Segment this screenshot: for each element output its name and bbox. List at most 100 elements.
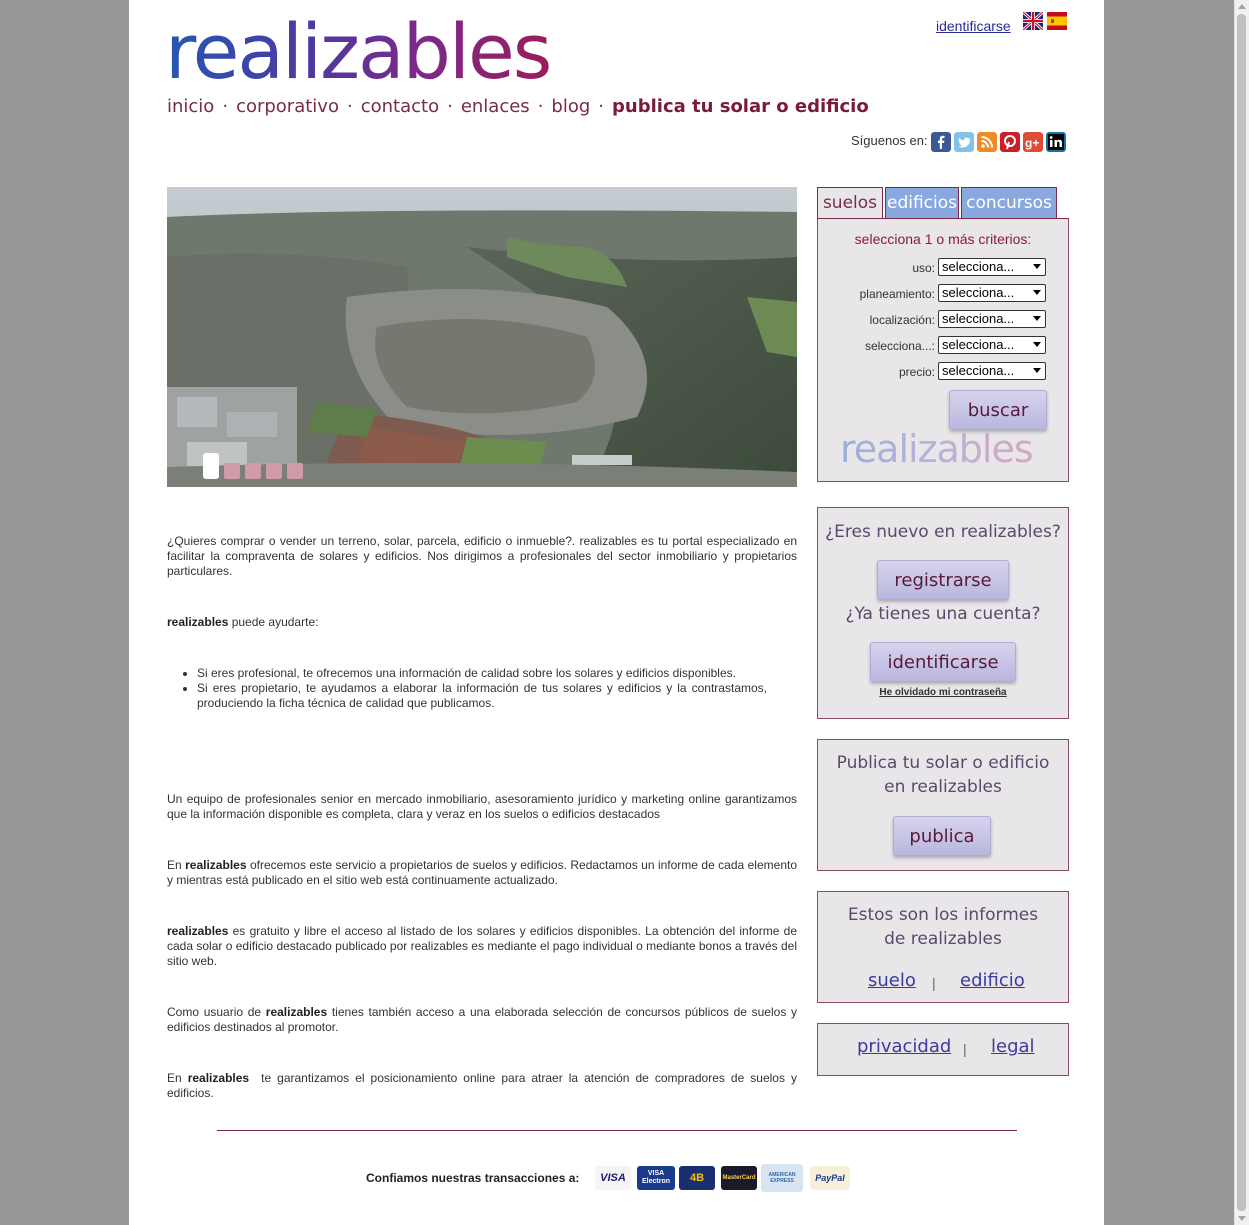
select-extra[interactable]: selecciona... [938, 336, 1046, 354]
amex-card-icon: AMERICAN EXPRESS [761, 1164, 803, 1192]
help-paragraph: realizables puede ayudarte: [167, 615, 797, 630]
nav-item-corporativo[interactable]: corporativo [236, 96, 339, 117]
field-label-uso: uso: [912, 261, 935, 275]
select-value: selecciona... [942, 363, 1015, 378]
rss-icon[interactable] [977, 132, 997, 152]
brand-name: realizables [265, 1005, 328, 1019]
tab-edificios[interactable]: edificios [885, 187, 959, 218]
brand-name: realizables [167, 924, 229, 938]
report-edificio-link[interactable]: edificio [960, 970, 1025, 991]
select-localizacion[interactable]: selecciona... [938, 310, 1046, 328]
scroll-down-icon[interactable] [1238, 1216, 1246, 1221]
field-label-planeamiento: planeamiento: [859, 287, 935, 301]
login-link[interactable]: identificarse [936, 18, 1011, 34]
search-panel: selecciona 1 o más criterios: uso: selec… [817, 218, 1069, 482]
intro-paragraph: ¿Quieres comprar o vender un terreno, so… [167, 534, 797, 578]
search-tabs: suelos edificios concursos [817, 187, 1057, 218]
publish-box: Publica tu solar o edificio en realizabl… [817, 739, 1069, 871]
legal-link[interactable]: legal [991, 1036, 1035, 1057]
slider-dot[interactable] [224, 463, 240, 479]
slider-dot[interactable] [287, 463, 303, 479]
reports-box: Estos son los informes de realizables su… [817, 891, 1069, 1003]
nav-item-publica[interactable]: publica tu solar o edificio [612, 96, 869, 117]
tab-suelos[interactable]: suelos [817, 187, 883, 218]
field-label-localizacion: localización: [869, 313, 935, 327]
trust-label: Confiamos nuestras transacciones a: [366, 1171, 580, 1185]
field-label-precio: precio: [898, 365, 935, 379]
list-item: Si eres profesional, te ofrecemos una in… [197, 666, 767, 681]
english-flag-icon[interactable] [1023, 12, 1043, 30]
aerial-town-photo [167, 187, 797, 487]
login-button[interactable]: identificarse [870, 642, 1016, 682]
search-button[interactable]: buscar [949, 390, 1047, 430]
contests-paragraph: Como usuario de realizables tienes tambi… [167, 1005, 797, 1035]
field-label-extra: selecciona...: [864, 339, 935, 353]
visa-electron-card-icon: VISA Electron [637, 1166, 675, 1190]
text-span: En [167, 858, 186, 872]
service-paragraph: En realizables ofrecemos este servicio a… [167, 858, 797, 888]
scrollbar[interactable] [1234, 0, 1249, 1225]
scrollbar-thumb[interactable] [1237, 14, 1246, 1211]
select-uso[interactable]: selecciona... [938, 258, 1046, 276]
svg-text:g+: g+ [1025, 136, 1039, 150]
have-account-question: ¿Ya tienes una cuenta? [845, 604, 1041, 624]
legal-box: privacidad | legal [817, 1023, 1069, 1076]
slider-dots [203, 453, 303, 479]
brand-name: realizables [187, 1071, 250, 1085]
facebook-icon[interactable] [931, 132, 951, 152]
new-user-question: ¿Eres nuevo en realizables? [825, 522, 1061, 542]
nav-item-blog[interactable]: blog [551, 96, 590, 117]
select-precio[interactable]: selecciona... [938, 362, 1046, 380]
register-button[interactable]: registrarse [877, 560, 1009, 600]
nav-separator: · [537, 96, 544, 117]
scroll-up-icon[interactable] [1238, 4, 1246, 9]
privacy-link[interactable]: privacidad [857, 1036, 951, 1057]
4b-card-icon: 4B [679, 1166, 715, 1190]
tab-concursos[interactable]: concursos [961, 187, 1057, 218]
nav-item-contacto[interactable]: contacto [361, 96, 439, 117]
page: realizables identificarse inicio · corpora… [129, 0, 1104, 1225]
nav-separator: · [598, 96, 605, 117]
select-value: selecciona... [942, 311, 1015, 326]
account-box: ¿Eres nuevo en realizables? registrarse … [817, 507, 1069, 719]
nav-item-inicio[interactable]: inicio [167, 96, 214, 117]
brand-name: realizables [167, 615, 229, 629]
spanish-flag-icon[interactable] [1047, 12, 1067, 30]
slider-dot-active[interactable] [203, 453, 219, 479]
publish-button[interactable]: publica [893, 816, 991, 856]
site-logo[interactable]: realizables [165, 6, 552, 98]
forgot-password-link[interactable]: He olvidado mi contraseña [818, 687, 1068, 698]
text-span: es gratuito y libre el acceso al listado… [167, 924, 797, 968]
mastercard-icon: MasterCard [721, 1166, 757, 1190]
link-separator: | [963, 1041, 967, 1057]
pinterest-icon[interactable] [1000, 132, 1020, 152]
footer-divider [217, 1130, 1017, 1131]
text-span: te garantizamos el posicionamiento onlin… [167, 1071, 801, 1100]
publish-text: Publica tu solar o edificio en realizabl… [836, 753, 1050, 797]
hero-slider[interactable] [167, 187, 797, 487]
googleplus-icon[interactable]: g+ [1023, 132, 1043, 152]
reports-text: Estos son los informes de realizables [847, 905, 1039, 949]
nav-separator: · [346, 96, 353, 117]
chevron-down-icon [1033, 342, 1041, 347]
report-suelo-link[interactable]: suelo [868, 970, 916, 991]
positioning-paragraph: En realizables te garantizamos el posici… [167, 1071, 797, 1101]
search-title: selecciona 1 o más criterios: [854, 231, 1032, 247]
chevron-down-icon [1033, 316, 1041, 321]
nav-item-enlaces[interactable]: enlaces [461, 96, 530, 117]
linkedin-icon[interactable] [1046, 132, 1066, 152]
select-value: selecciona... [942, 337, 1015, 352]
visa-card-icon: VISA [595, 1166, 631, 1190]
slider-dot[interactable] [245, 463, 261, 479]
paypal-icon: PayPal [810, 1166, 850, 1190]
chevron-down-icon [1033, 290, 1041, 295]
free-access-paragraph: realizables es gratuito y libre el acces… [167, 924, 797, 969]
text-span: Como usuario de [167, 1005, 266, 1019]
select-planeamiento[interactable]: selecciona... [938, 284, 1046, 302]
twitter-icon[interactable] [954, 132, 974, 152]
slider-dot[interactable] [266, 463, 282, 479]
text-span: En [167, 1071, 188, 1085]
chevron-down-icon [1033, 368, 1041, 373]
text-span: ofrecemos este servicio a propietarios d… [167, 858, 797, 887]
chevron-down-icon [1033, 264, 1041, 269]
